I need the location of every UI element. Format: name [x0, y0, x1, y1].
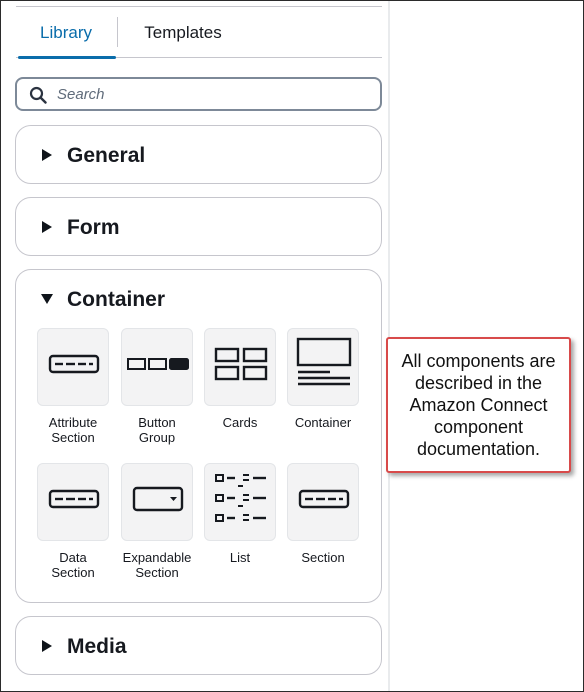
section-media-title: Media — [67, 635, 127, 658]
tile-label-line: Group — [138, 430, 176, 445]
panel-tabs: Library Templates — [16, 15, 382, 59]
component-library-panel: Library Templates General Form — [1, 1, 388, 691]
section-general-header[interactable]: General — [16, 126, 381, 184]
top-divider — [16, 6, 382, 7]
section-form-title: Form — [67, 216, 120, 239]
section-general-title: General — [67, 144, 146, 167]
tile-button-group[interactable] — [121, 328, 193, 406]
tile-section[interactable] — [287, 463, 359, 541]
tile-attribute-section[interactable] — [37, 328, 109, 406]
callout-text: All components are described in the Amaz… — [401, 351, 556, 459]
button-group-icon — [127, 358, 189, 370]
container-icon — [296, 337, 352, 386]
tile-label-line: Attribute — [48, 415, 98, 430]
list-icon — [215, 474, 266, 522]
section-form: Form — [15, 197, 382, 256]
cards-icon — [214, 347, 268, 381]
tile-attribute-section-label: Attribute Section — [31, 415, 115, 445]
tile-data-section-label: Data Section — [31, 550, 115, 580]
tab-separator — [117, 17, 118, 47]
section-icon — [298, 489, 350, 509]
tile-label-line: Data — [59, 550, 87, 565]
tile-data-section[interactable] — [37, 463, 109, 541]
tile-label-line: Container — [294, 415, 352, 430]
tile-section-label: Section — [281, 550, 365, 565]
tile-container-label: Container — [281, 415, 365, 430]
tile-expandable-section[interactable] — [121, 463, 193, 541]
tile-label-line: Section — [135, 565, 179, 580]
caret-right-icon — [42, 221, 52, 233]
caret-right-icon — [42, 640, 52, 652]
section-general: General — [15, 125, 382, 184]
tile-container[interactable] — [287, 328, 359, 406]
data-section-icon — [48, 489, 100, 509]
tile-label-line: Section — [301, 550, 345, 565]
tile-label-line: Cards — [222, 415, 258, 430]
tab-library[interactable]: Library — [16, 15, 116, 59]
expandable-section-icon — [132, 486, 184, 512]
search-box — [15, 77, 382, 111]
tile-cards-label: Cards — [198, 415, 282, 430]
section-form-header[interactable]: Form — [16, 198, 381, 256]
tile-cards[interactable] — [204, 328, 276, 406]
tile-label-line: Section — [51, 430, 95, 445]
active-tab-indicator — [18, 56, 116, 59]
section-media-header[interactable]: Media — [16, 617, 381, 675]
tile-label-line: List — [229, 550, 251, 565]
section-media: Media — [15, 616, 382, 675]
callout-box: All components are described in the Amaz… — [386, 337, 571, 473]
tile-label-line: Button — [138, 415, 176, 430]
tab-library-label: Library — [40, 23, 92, 42]
tile-list-label: List — [198, 550, 282, 565]
search-icon — [29, 86, 47, 104]
section-container: Container Attribute Section Button Group… — [15, 269, 382, 603]
section-container-title: Container — [67, 288, 166, 311]
caret-right-icon — [42, 149, 52, 161]
tile-expandable-section-label: Expandable Section — [115, 550, 199, 580]
tab-templates-label: Templates — [144, 23, 222, 42]
search-input[interactable] — [57, 82, 357, 106]
section-container-header[interactable]: Container — [16, 270, 381, 328]
caret-down-icon — [41, 294, 53, 304]
tile-list[interactable] — [204, 463, 276, 541]
tile-button-group-label: Button Group — [115, 415, 199, 445]
tab-templates[interactable]: Templates — [128, 15, 238, 57]
tile-label-line: Section — [51, 565, 95, 580]
tile-label-line: Expandable — [122, 550, 192, 565]
attribute-section-icon — [48, 354, 100, 374]
